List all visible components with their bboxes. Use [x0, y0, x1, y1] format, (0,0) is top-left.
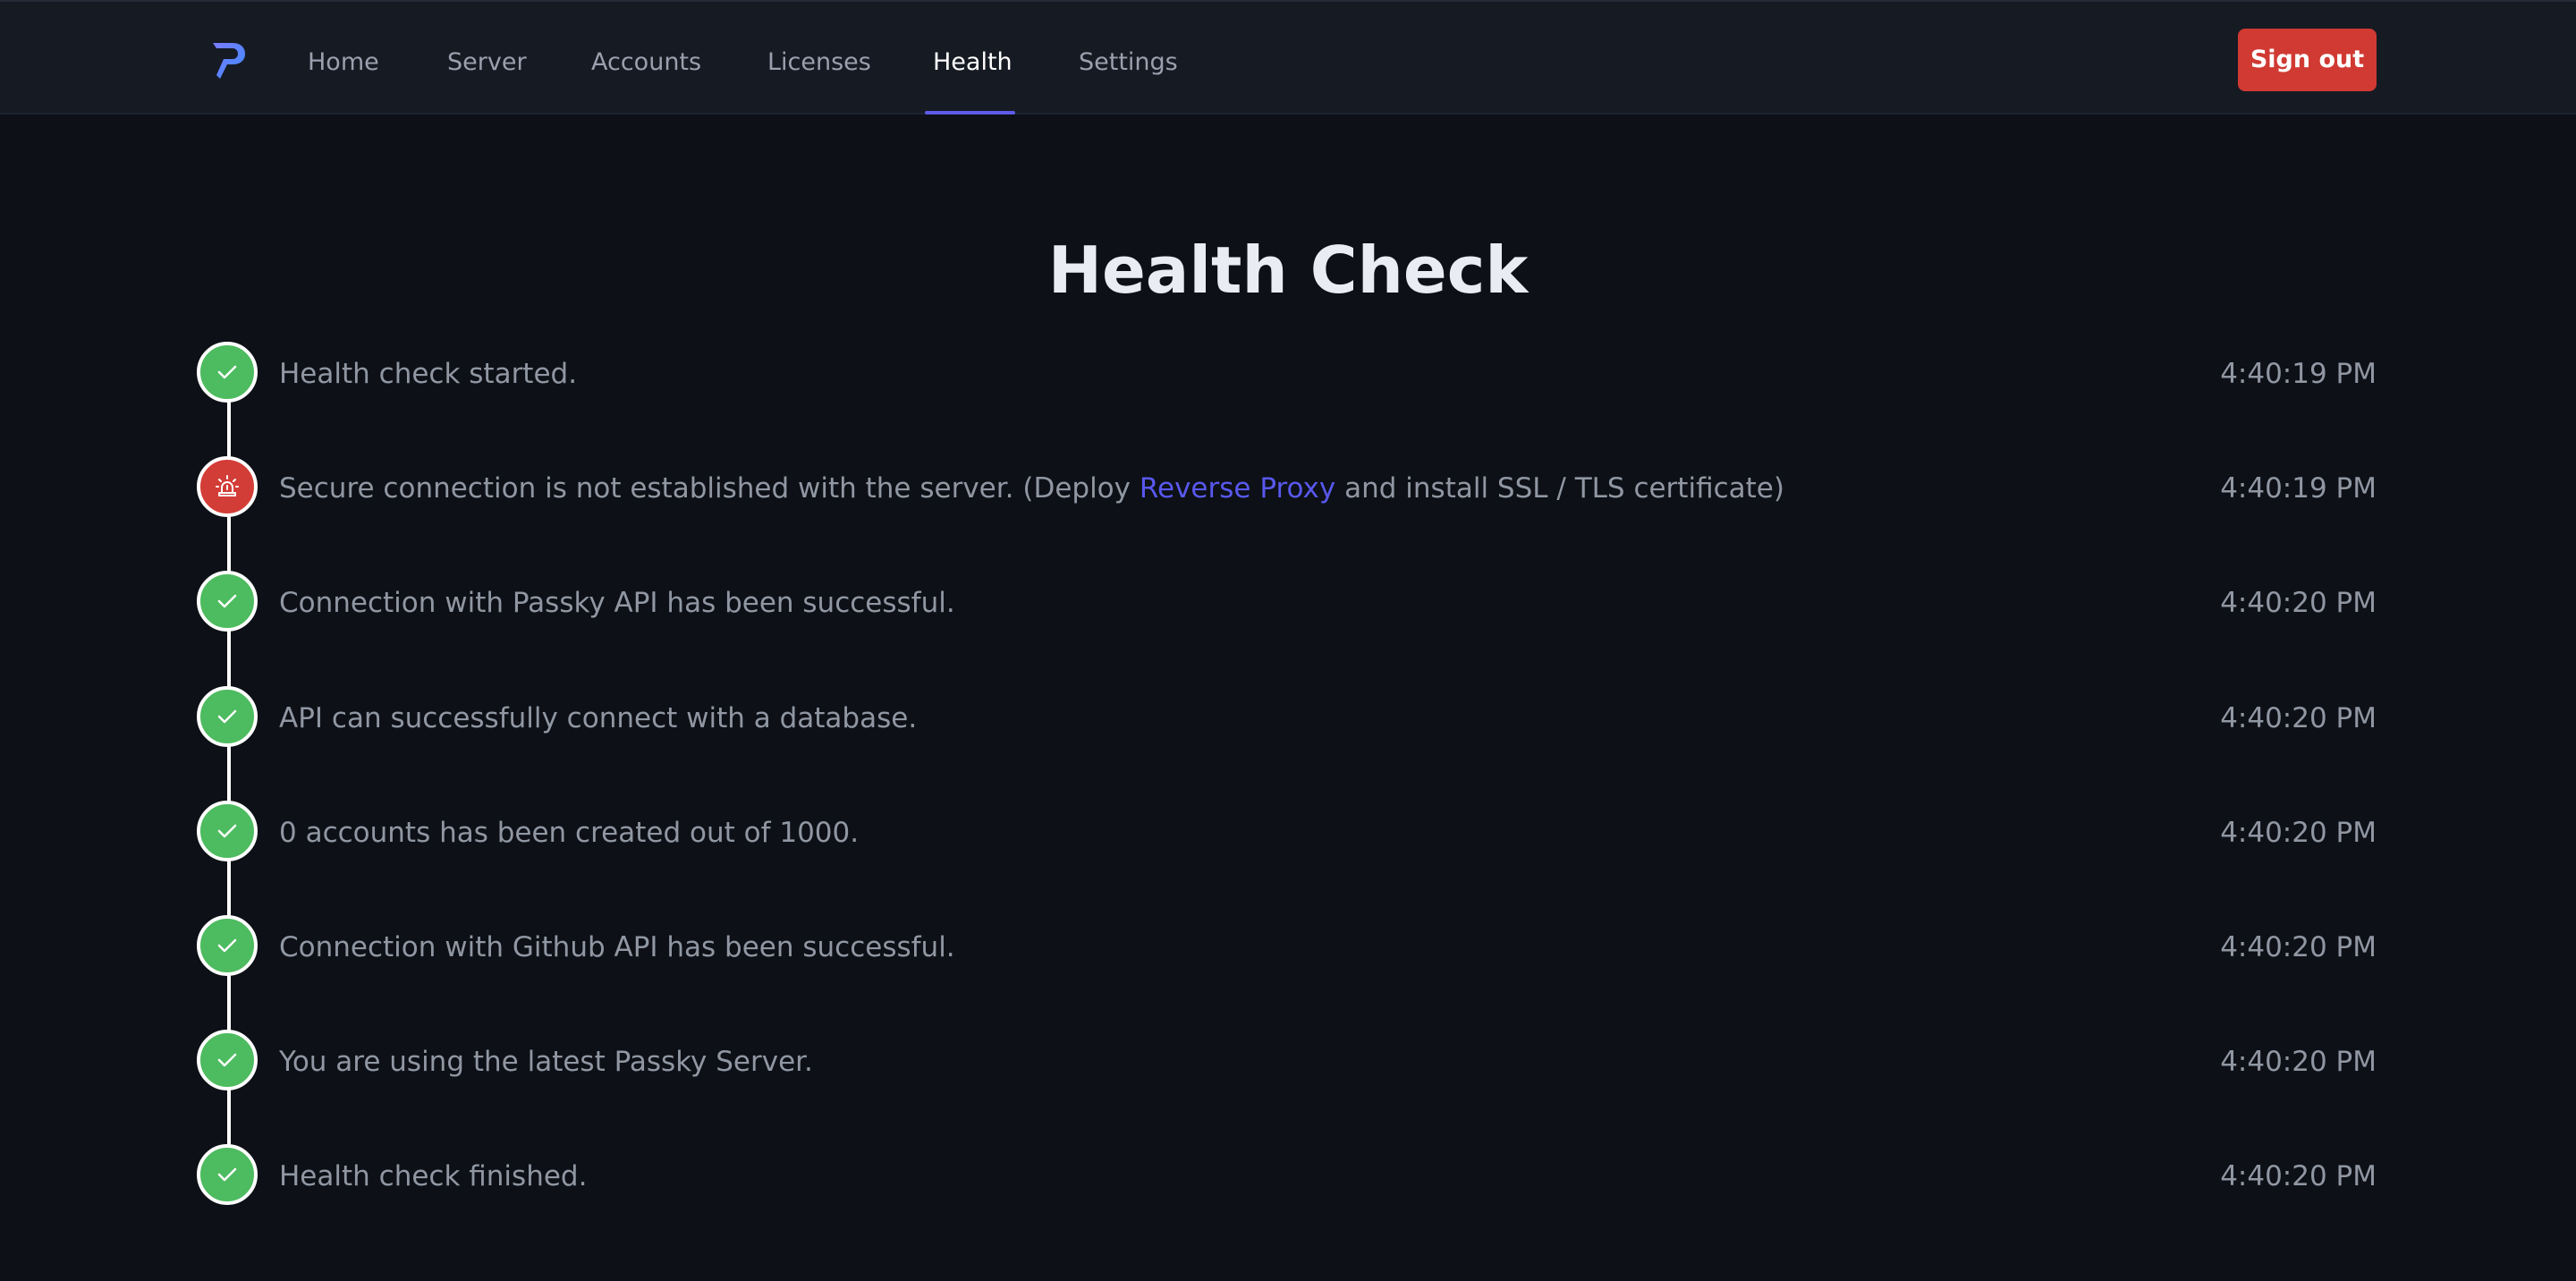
step-timestamp: 4:40:19 PM: [2220, 358, 2377, 390]
step-timestamp: 4:40:20 PM: [2220, 817, 2377, 849]
timeline-step: Connection with Github API has been succ…: [0, 915, 2576, 980]
check-icon: [197, 686, 258, 747]
timeline-step: 0 accounts has been created out of 1000.…: [0, 801, 2576, 865]
check-icon: [197, 801, 258, 861]
top-navbar: Home Server Accounts Licenses Health Set…: [0, 0, 2576, 115]
page-title: Health Check: [1047, 233, 1529, 308]
check-icon: [197, 571, 258, 632]
step-message: Connection with Github API has been succ…: [279, 931, 955, 963]
timeline-step: You are using the latest Passky Server. …: [0, 1030, 2576, 1094]
check-icon: [197, 915, 258, 976]
step-message: You are using the latest Passky Server.: [279, 1046, 813, 1078]
alarm-siren-icon: [197, 456, 258, 517]
check-icon: [197, 342, 258, 403]
check-icon: [197, 1144, 258, 1205]
check-icon: [197, 1030, 258, 1090]
reverse-proxy-link[interactable]: Reverse Proxy: [1140, 472, 1335, 505]
step-message: Connection with Passky API has been succ…: [279, 587, 955, 619]
nav-licenses[interactable]: Licenses: [767, 45, 871, 81]
step-timestamp: 4:40:20 PM: [2220, 1046, 2377, 1078]
sign-out-button[interactable]: Sign out: [2238, 29, 2377, 91]
timeline-step: API can successfully connect with a data…: [0, 686, 2576, 751]
step-message-after: and install SSL / TLS certificate): [1335, 472, 1784, 505]
nav-health[interactable]: Health: [933, 45, 1013, 81]
step-message: Health check started.: [279, 358, 578, 390]
step-message: 0 accounts has been created out of 1000.: [279, 817, 860, 849]
step-timestamp: 4:40:20 PM: [2220, 1160, 2377, 1192]
step-message-before: Secure connection is not established wit…: [279, 472, 1140, 505]
timeline-step: Health check finished. 4:40:20 PM: [0, 1144, 2576, 1209]
nav-server[interactable]: Server: [447, 45, 527, 81]
step-message: API can successfully connect with a data…: [279, 702, 918, 734]
active-tab-indicator: [925, 111, 1015, 115]
step-timestamp: 4:40:20 PM: [2220, 931, 2377, 963]
timeline-step: Connection with Passky API has been succ…: [0, 571, 2576, 635]
step-message: Secure connection is not established wit…: [279, 469, 1784, 508]
passky-logo-icon[interactable]: [211, 39, 247, 81]
step-timestamp: 4:40:20 PM: [2220, 702, 2377, 734]
timeline-step: Health check started. 4:40:19 PM: [0, 342, 2576, 406]
step-message: Health check finished.: [279, 1160, 588, 1192]
nav-settings[interactable]: Settings: [1079, 45, 1178, 81]
nav-accounts[interactable]: Accounts: [591, 45, 701, 81]
timeline-step: Secure connection is not established wit…: [0, 456, 2576, 521]
step-timestamp: 4:40:20 PM: [2220, 587, 2377, 619]
step-timestamp: 4:40:19 PM: [2220, 472, 2377, 505]
nav-home[interactable]: Home: [308, 45, 379, 81]
